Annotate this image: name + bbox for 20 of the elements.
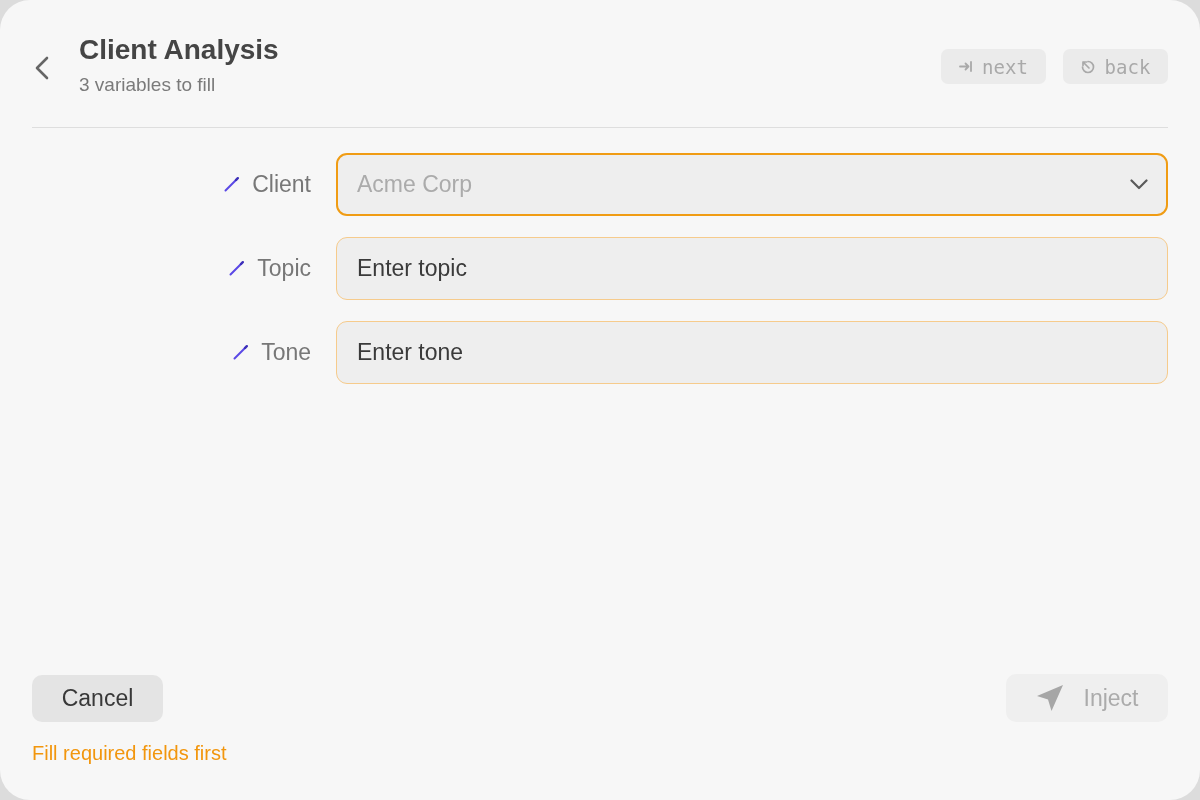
chevron-down-icon <box>1130 179 1148 190</box>
select-field[interactable]: Acme Corp <box>336 153 1168 216</box>
validation-message: Fill required fields first <box>32 741 228 766</box>
field-label: Tone <box>261 339 311 366</box>
text-input[interactable]: Enter topic <box>336 237 1168 300</box>
paper-plane-icon <box>1035 684 1064 712</box>
shortcut-button[interactable]: back <box>1063 49 1168 84</box>
pencil-icon <box>229 261 245 276</box>
dialog-subtitle: 3 variables to fill <box>79 73 217 97</box>
escape-key-icon <box>1080 59 1095 74</box>
shortcut-button[interactable]: next <box>941 49 1046 84</box>
pencil-icon <box>224 177 240 192</box>
cancel-button[interactable]: Cancel <box>32 674 163 722</box>
text-input[interactable]: Enter tone <box>336 321 1168 384</box>
field-label: Topic <box>257 255 311 282</box>
pencil-icon <box>233 345 249 360</box>
tab-key-icon <box>959 61 973 72</box>
field-label: Client <box>252 171 311 198</box>
back-chevron-icon <box>35 56 49 80</box>
dialog-title: Client Analysis <box>79 33 279 67</box>
